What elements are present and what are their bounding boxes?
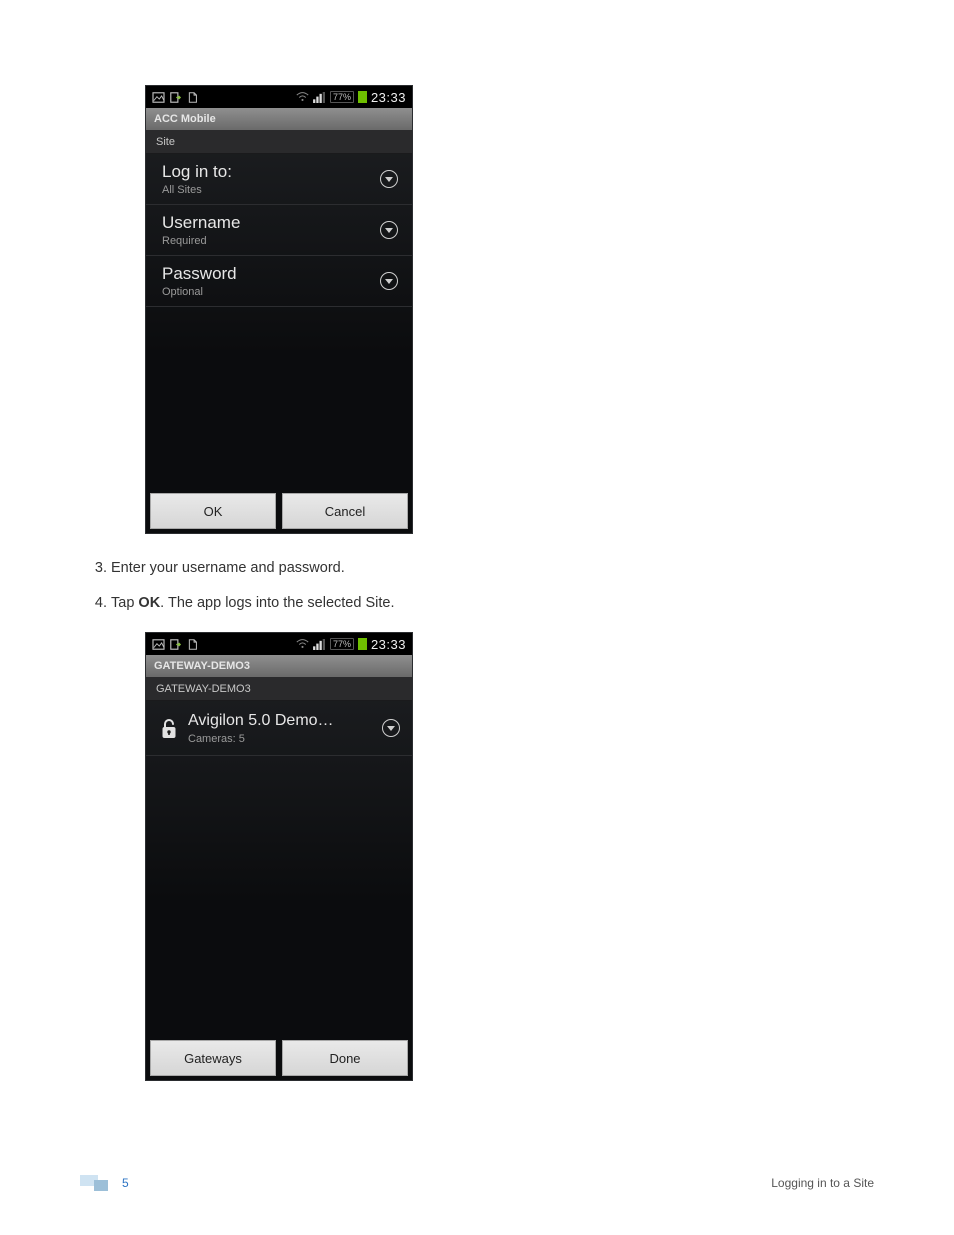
- clock: 23:33: [371, 637, 406, 652]
- done-button[interactable]: Done: [282, 1040, 408, 1076]
- password-row[interactable]: Password Optional: [146, 256, 412, 307]
- instruction-list: Enter your username and password. Tap OK…: [111, 558, 869, 614]
- signal-icon: [313, 92, 326, 103]
- export-icon: [169, 639, 182, 650]
- section-label: GATEWAY-DEMO3: [156, 683, 251, 695]
- screenshot-site-list: 77% 23:33 GATEWAY-DEMO3 GATEWAY-DEMO3 Av…: [145, 632, 413, 1081]
- app-title-bar: GATEWAY-DEMO3: [146, 655, 412, 677]
- battery-icon: [358, 638, 367, 650]
- login-to-row[interactable]: Log in to: All Sites: [146, 154, 412, 205]
- wifi-icon: [296, 92, 309, 103]
- username-hint: Required: [162, 235, 240, 247]
- page-number: 5: [122, 1176, 129, 1190]
- password-hint: Optional: [162, 286, 237, 298]
- username-label: Username: [162, 213, 240, 233]
- login-to-value: All Sites: [162, 184, 232, 196]
- login-to-label: Log in to:: [162, 162, 232, 182]
- app-title-bar: ACC Mobile: [146, 108, 412, 130]
- section-label: Site: [156, 136, 175, 148]
- chevron-down-icon: [380, 221, 398, 239]
- app-title: ACC Mobile: [154, 113, 216, 125]
- username-row[interactable]: Username Required: [146, 205, 412, 256]
- screenshot-login-form: 77% 23:33 ACC Mobile Site Log in to: All…: [145, 85, 413, 534]
- section-header-gateway: GATEWAY-DEMO3: [146, 677, 412, 701]
- gateways-button[interactable]: Gateways: [150, 1040, 276, 1076]
- image-icon: [152, 92, 165, 103]
- status-bar: 77% 23:33: [146, 86, 412, 108]
- ok-button[interactable]: OK: [150, 493, 276, 529]
- battery-percent: 77%: [330, 638, 354, 650]
- page-footer: 5 Logging in to a Site: [80, 1175, 874, 1191]
- clock: 23:33: [371, 90, 406, 105]
- site-camera-count: Cameras: 5: [188, 733, 372, 745]
- site-name: Avigilon 5.0 Demo…: [188, 711, 372, 731]
- chevron-down-icon: [380, 272, 398, 290]
- signal-icon: [313, 639, 326, 650]
- step-3: Enter your username and password.: [111, 558, 869, 579]
- footer-title: Logging in to a Site: [771, 1176, 874, 1190]
- chevron-down-icon: [382, 719, 400, 737]
- wifi-icon: [296, 639, 309, 650]
- status-bar: 77% 23:33: [146, 633, 412, 655]
- app-title: GATEWAY-DEMO3: [154, 660, 250, 672]
- image-icon: [152, 639, 165, 650]
- battery-icon: [358, 91, 367, 103]
- battery-percent: 77%: [330, 91, 354, 103]
- site-row[interactable]: Avigilon 5.0 Demo… Cameras: 5: [146, 701, 412, 756]
- document-icon: [186, 92, 199, 103]
- section-header-site: Site: [146, 130, 412, 154]
- unlock-icon: [160, 718, 178, 738]
- cancel-button[interactable]: Cancel: [282, 493, 408, 529]
- footer-logo: [80, 1175, 114, 1191]
- password-label: Password: [162, 264, 237, 284]
- step-4: Tap OK. The app logs into the selected S…: [111, 593, 869, 614]
- document-icon: [186, 639, 199, 650]
- chevron-down-icon: [380, 170, 398, 188]
- export-icon: [169, 92, 182, 103]
